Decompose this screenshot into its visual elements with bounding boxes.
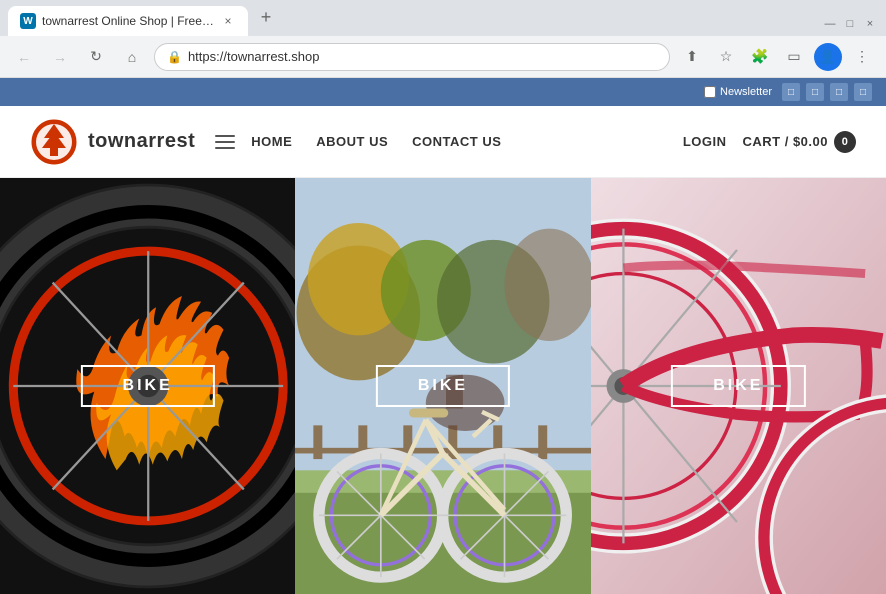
close-button[interactable]: ×: [862, 16, 878, 32]
wordpress-icon: W: [20, 13, 36, 29]
hamburger-line-1: [215, 135, 235, 137]
extensions-button[interactable]: 🧩: [746, 43, 774, 71]
newsletter-checkbox[interactable]: [704, 86, 716, 98]
tab-bar: W townarrest Online Shop | Free S... × +…: [0, 0, 886, 36]
url-bar[interactable]: 🔒 https://townarrest.shop: [154, 43, 670, 71]
newsletter-label: Newsletter: [720, 86, 772, 98]
active-tab[interactable]: W townarrest Online Shop | Free S... ×: [8, 6, 248, 36]
product-label-3: BIKE: [671, 365, 805, 407]
site-header: townarrest HOME ABOUT US CONTACT US LOGI…: [0, 106, 886, 178]
address-bar: ← → ↻ ⌂ 🔒 https://townarrest.shop ⬆ ☆ 🧩 …: [0, 36, 886, 78]
hamburger-menu[interactable]: [215, 135, 235, 149]
topbar-icon-3[interactable]: □: [830, 83, 848, 101]
site-content: Newsletter □ □ □ □ town: [0, 78, 886, 594]
topbar-icon-1[interactable]: □: [782, 83, 800, 101]
new-tab-button[interactable]: +: [252, 3, 280, 31]
logo-icon: [30, 118, 78, 166]
address-actions: ⬆ ☆ 🧩 ▭ 👤 ⋮: [678, 43, 876, 71]
tab-close-button[interactable]: ×: [220, 13, 236, 29]
product-card-1[interactable]: BIKE: [0, 178, 295, 594]
share-button[interactable]: ⬆: [678, 43, 706, 71]
hamburger-line-3: [215, 147, 235, 149]
bookmark-button[interactable]: ☆: [712, 43, 740, 71]
profile-button[interactable]: 👤: [814, 43, 842, 71]
cart-button[interactable]: CART / $0.00 0: [743, 131, 856, 153]
url-text: https://townarrest.shop: [188, 49, 320, 64]
cart-label: CART / $0.00: [743, 134, 828, 149]
logo-name: townarrest: [88, 130, 195, 153]
newsletter-area: Newsletter: [704, 86, 772, 98]
lock-icon: 🔒: [167, 50, 182, 64]
product-label-1: BIKE: [81, 365, 215, 407]
back-button[interactable]: ←: [10, 43, 38, 71]
home-button[interactable]: ⌂: [118, 43, 146, 71]
main-nav: HOME ABOUT US CONTACT US: [251, 134, 683, 149]
topbar-icon-4[interactable]: □: [854, 83, 872, 101]
product-card-2[interactable]: BIKE: [295, 178, 590, 594]
nav-contact[interactable]: CONTACT US: [412, 134, 501, 149]
top-bar: Newsletter □ □ □ □: [0, 78, 886, 106]
menu-button[interactable]: ⋮: [848, 43, 876, 71]
topbar-icons: □ □ □ □: [782, 83, 872, 101]
refresh-button[interactable]: ↻: [82, 43, 110, 71]
topbar-icon-2[interactable]: □: [806, 83, 824, 101]
logo-area[interactable]: townarrest: [30, 118, 195, 166]
cart-count: 0: [834, 131, 856, 153]
product-label-2: BIKE: [376, 365, 510, 407]
header-actions: LOGIN CART / $0.00 0: [683, 131, 856, 153]
forward-button[interactable]: →: [46, 43, 74, 71]
browser-frame: W townarrest Online Shop | Free S... × +…: [0, 0, 886, 594]
tab-title: townarrest Online Shop | Free S...: [42, 14, 214, 28]
hamburger-line-2: [215, 141, 235, 143]
maximize-button[interactable]: □: [842, 16, 858, 32]
window-controls: — □ ×: [822, 16, 878, 32]
sidebar-button[interactable]: ▭: [780, 43, 808, 71]
nav-home[interactable]: HOME: [251, 134, 292, 149]
minimize-button[interactable]: —: [822, 16, 838, 32]
nav-about[interactable]: ABOUT US: [316, 134, 388, 149]
product-grid: BIKE: [0, 178, 886, 594]
product-card-3[interactable]: BIKE: [591, 178, 886, 594]
login-link[interactable]: LOGIN: [683, 134, 727, 149]
